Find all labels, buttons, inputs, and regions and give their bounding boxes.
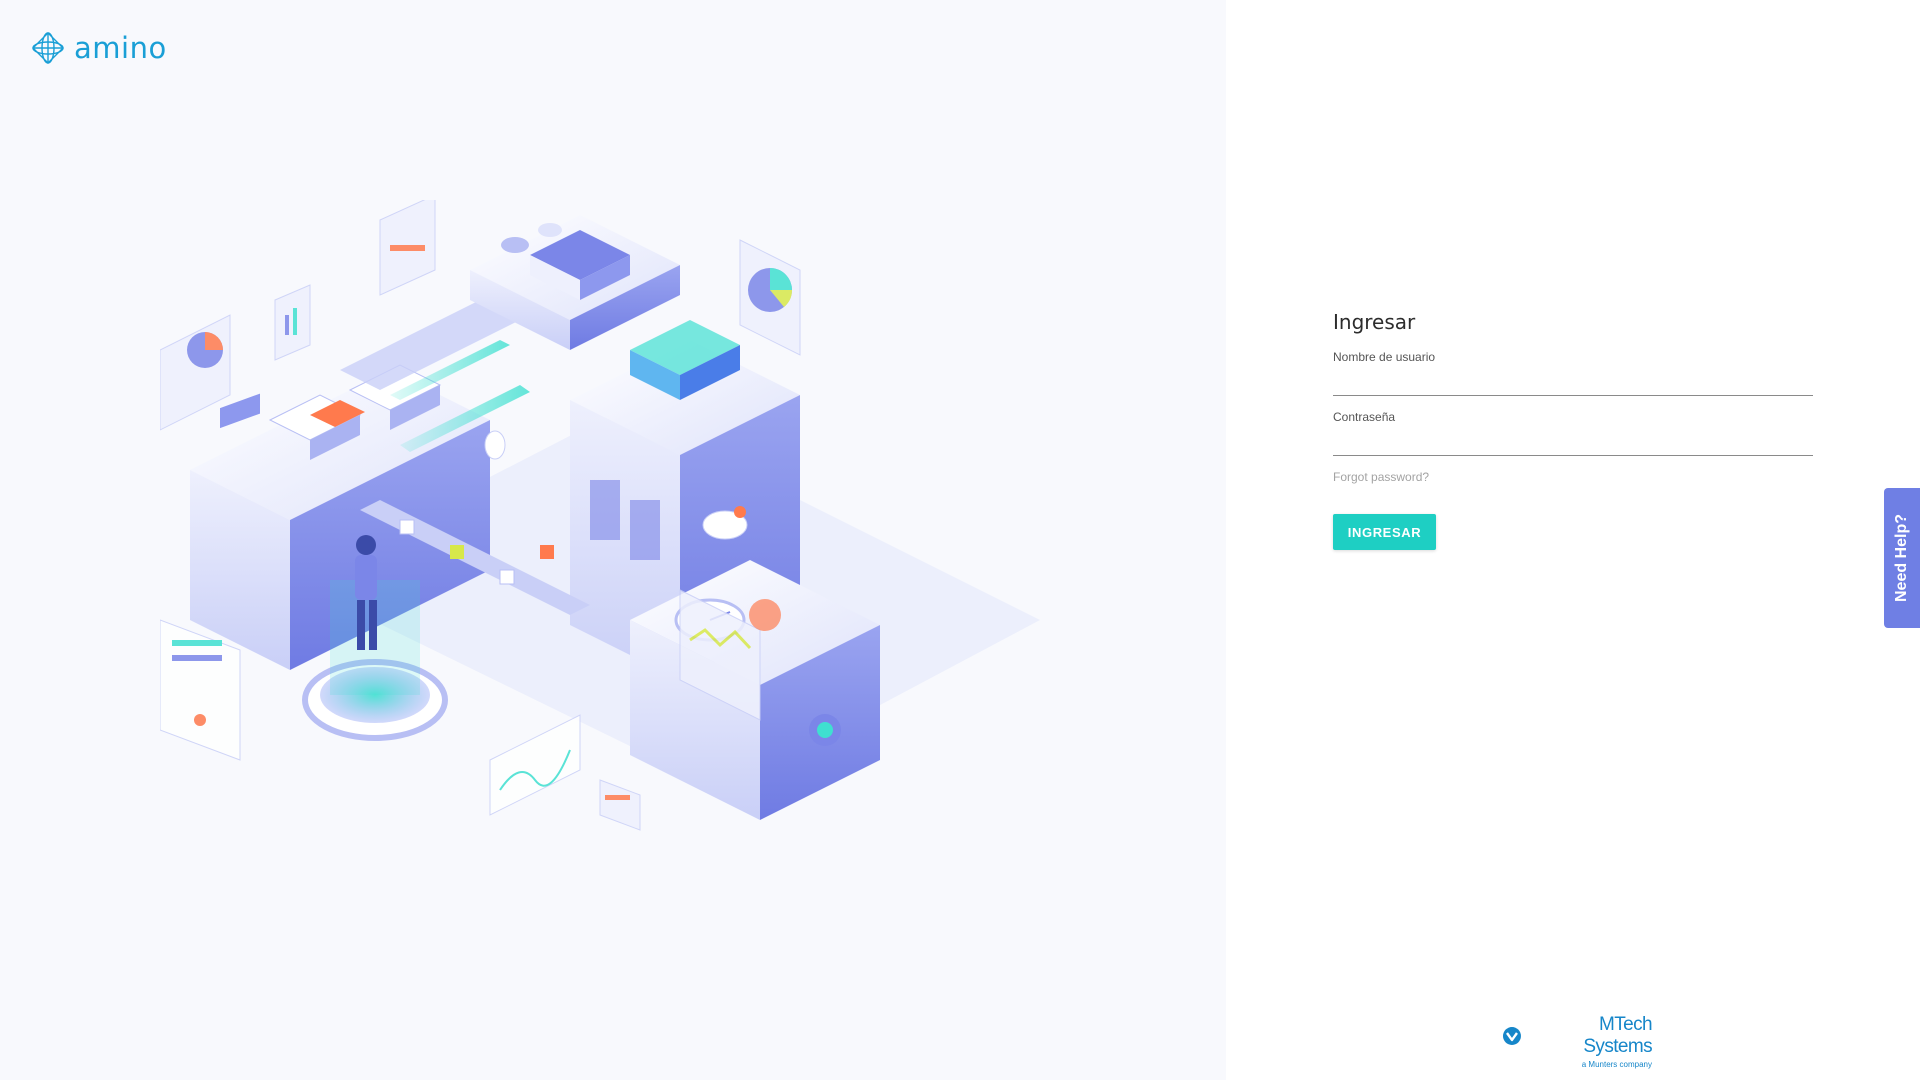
- username-label: Nombre de usuario: [1333, 350, 1436, 364]
- forgot-password-link[interactable]: Forgot password?: [1333, 470, 1813, 484]
- illustration-panel: amino: [0, 0, 1226, 1080]
- password-input[interactable]: [1333, 434, 1813, 456]
- username-field-group: Nombre de usuario: [1333, 350, 1813, 396]
- warehouse-platform: [470, 215, 680, 350]
- login-form: Ingresar Nombre de usuario Contraseña Fo…: [1333, 310, 1813, 550]
- login-submit-button[interactable]: INGRESAR: [1333, 514, 1436, 550]
- username-input[interactable]: [1333, 374, 1813, 396]
- mtech-brand-name: MTech Systems: [1583, 1014, 1652, 1057]
- mtech-brand-tagline: a Munters company: [1581, 1060, 1652, 1069]
- amino-logo: amino: [30, 30, 167, 66]
- password-label: Contraseña: [1333, 410, 1396, 424]
- amino-logo-icon: [32, 32, 64, 64]
- amino-logo-text: amino: [74, 31, 167, 65]
- isometric-factory-illustration: [160, 200, 1040, 831]
- mtech-brand-footer: MTech Systems a Munters company: [1502, 1014, 1653, 1069]
- password-field-group: Contraseña: [1333, 410, 1813, 456]
- need-help-tab[interactable]: Need Help?: [1884, 488, 1920, 628]
- login-title: Ingresar: [1333, 310, 1416, 334]
- need-help-label: Need Help?: [1893, 513, 1911, 603]
- mtech-logo-icon: [1502, 1027, 1521, 1045]
